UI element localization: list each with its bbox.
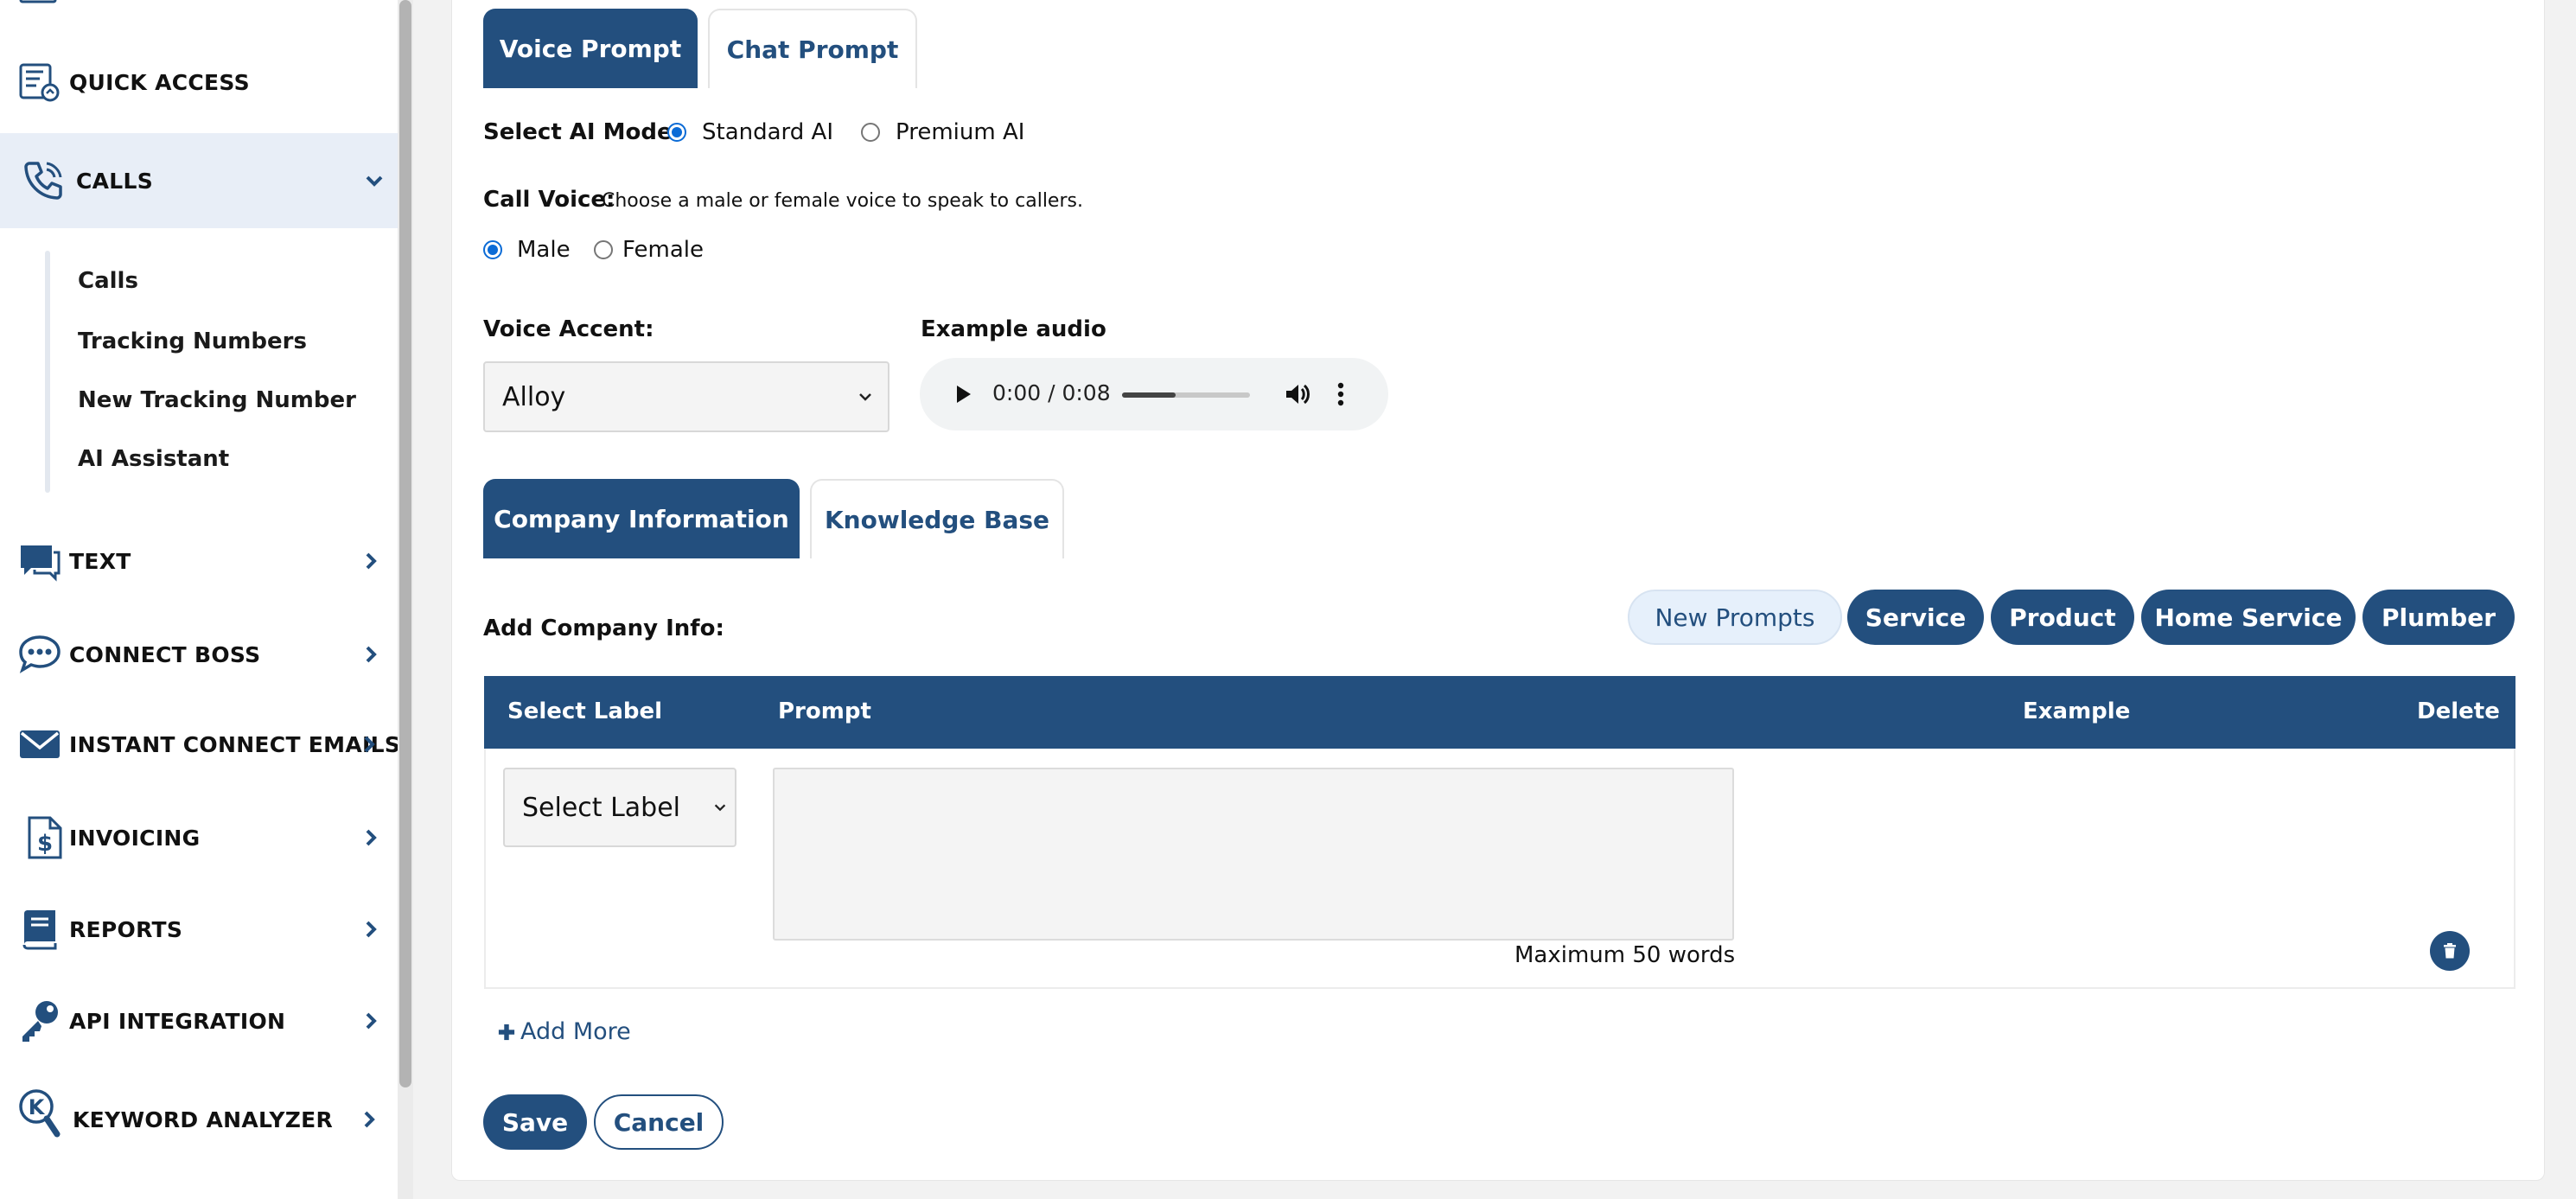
sidebar-subitem-ai-assistant[interactable]: AI Assistant xyxy=(78,446,229,472)
sidebar-item-label: CONNECT BOSS xyxy=(69,641,261,667)
audio-progress-slider[interactable] xyxy=(1122,392,1250,398)
audio-time: 0:00 / 0:08 xyxy=(992,380,1111,405)
invoice-dollar-icon: $ xyxy=(22,815,67,860)
envelope-icon xyxy=(17,722,62,767)
submenu-indicator xyxy=(45,251,50,493)
column-header-select-label: Select Label xyxy=(507,698,663,724)
radio-male[interactable] xyxy=(483,240,502,259)
sidebar-item-label: QUICK ACCESS xyxy=(69,69,250,95)
tab-company-information[interactable]: Company Information xyxy=(483,479,800,558)
preset-home-service-button[interactable]: Home Service xyxy=(2141,590,2356,645)
column-header-prompt: Prompt xyxy=(778,698,871,724)
trash-icon xyxy=(2444,943,2456,959)
tab-knowledge-base[interactable]: Knowledge Base xyxy=(810,479,1064,558)
preset-plumber-button[interactable]: Plumber xyxy=(2362,590,2515,645)
prompt-word-limit-hint: Maximum 50 words xyxy=(1514,942,1736,968)
speech-dots-icon xyxy=(17,632,62,677)
sidebar-scrollbar-thumb[interactable] xyxy=(399,0,411,1087)
sidebar-item-keyword-analyzer[interactable]: K KEYWORD ANALYZER xyxy=(0,1089,398,1148)
chevron-right-icon xyxy=(361,828,380,847)
radio-standard-ai[interactable] xyxy=(667,123,686,142)
sidebar-item-calls[interactable]: CALLS xyxy=(0,133,398,228)
tab-chat-prompt[interactable]: Chat Prompt xyxy=(708,9,917,88)
radio-standard-ai-label[interactable]: Standard AI xyxy=(702,119,833,145)
play-icon[interactable] xyxy=(951,382,975,406)
sidebar-item-label: INVOICING xyxy=(69,825,201,851)
chevron-down-icon xyxy=(712,800,728,815)
chevron-right-icon xyxy=(361,1011,380,1030)
plus-icon xyxy=(498,1024,515,1040)
radio-female-label[interactable]: Female xyxy=(622,237,704,263)
sidebar-item-text[interactable]: TEXT xyxy=(0,533,398,590)
sidebar-item-label: CALLS xyxy=(76,168,154,194)
call-voice-label: Call Voice: xyxy=(483,187,615,213)
quick-access-icon xyxy=(17,60,62,105)
preset-new-prompts-button[interactable]: New Prompts xyxy=(1628,590,1842,645)
sidebar-item-connect-boss[interactable]: CONNECT BOSS xyxy=(0,626,398,683)
add-more-label: Add More xyxy=(520,1018,631,1045)
radio-male-label[interactable]: Male xyxy=(517,237,571,263)
example-audio-label: Example audio xyxy=(921,316,1106,342)
prompt-textarea[interactable] xyxy=(773,768,1734,941)
sidebar-item-label: REPORTS xyxy=(69,916,183,942)
column-header-delete: Delete xyxy=(2417,698,2500,724)
tab-voice-prompt[interactable]: Voice Prompt xyxy=(483,9,698,88)
row-label-select-value: Select Label xyxy=(522,792,681,823)
voice-accent-value: Alloy xyxy=(502,381,566,412)
chevron-down-icon xyxy=(365,171,384,190)
column-header-example: Example xyxy=(2023,698,2131,724)
cancel-button[interactable]: Cancel xyxy=(594,1094,724,1150)
prompt-table-header: Select Label Prompt Example Delete xyxy=(484,676,2515,749)
sidebar-item-instant-connect-emails[interactable]: INSTANT CONNECT EMAILS xyxy=(0,716,401,773)
keyword-magnifier-icon: K xyxy=(17,1086,62,1141)
ai-mode-label: Select AI Mode: xyxy=(483,119,682,145)
chevron-right-icon xyxy=(360,735,379,754)
sidebar-item-quick-access[interactable]: QUICK ACCESS xyxy=(0,54,398,111)
sidebar-item-label: INSTANT CONNECT EMAILS xyxy=(69,731,401,757)
phone-icon xyxy=(21,158,66,203)
sidebar: QUICK ACCESS CALLS Calls Tracking Number… xyxy=(0,0,401,1199)
radio-female[interactable] xyxy=(594,240,613,259)
radio-premium-ai[interactable] xyxy=(861,123,880,142)
voice-accent-label: Voice Accent: xyxy=(483,316,654,342)
volume-icon[interactable] xyxy=(1283,380,1310,408)
more-options-icon[interactable] xyxy=(1335,380,1347,408)
radio-premium-ai-label[interactable]: Premium AI xyxy=(896,119,1024,145)
example-audio-player: 0:00 / 0:08 xyxy=(920,358,1388,430)
chevron-down-icon xyxy=(857,388,874,405)
add-more-link[interactable]: Add More xyxy=(498,1018,631,1045)
add-company-info-label: Add Company Info: xyxy=(483,615,724,641)
chevron-right-icon xyxy=(361,552,380,571)
svg-text:K: K xyxy=(29,1095,46,1119)
sidebar-subitem-calls[interactable]: Calls xyxy=(78,268,138,294)
sidebar-item-label: KEYWORD ANALYZER xyxy=(73,1107,334,1132)
key-icon xyxy=(17,998,62,1043)
book-icon xyxy=(17,907,62,952)
preset-product-button[interactable]: Product xyxy=(1991,590,2134,645)
sidebar-item-label: TEXT xyxy=(69,548,131,574)
sidebar-item-reports[interactable]: REPORTS xyxy=(0,901,398,958)
sidebar-item-invoicing[interactable]: $ INVOICING xyxy=(0,809,398,866)
sidebar-subitem-new-tracking-number[interactable]: New Tracking Number xyxy=(78,387,356,413)
call-voice-description: Choose a male or female voice to speak t… xyxy=(602,190,1083,212)
partial-menu-icon xyxy=(19,0,59,5)
chevron-right-icon xyxy=(361,645,380,664)
delete-row-button[interactable] xyxy=(2430,931,2470,971)
sidebar-item-api-integration[interactable]: API INTEGRATION xyxy=(0,992,398,1049)
chevron-right-icon xyxy=(361,920,380,939)
svg-text:$: $ xyxy=(37,831,53,857)
voice-accent-select[interactable]: Alloy xyxy=(483,361,889,432)
chat-bubble-icon xyxy=(17,539,62,584)
row-label-select[interactable]: Select Label xyxy=(503,768,736,847)
chevron-right-icon xyxy=(360,1110,379,1129)
audio-progress-fill xyxy=(1122,392,1176,398)
sidebar-item-label: API INTEGRATION xyxy=(69,1008,286,1034)
save-button[interactable]: Save xyxy=(483,1094,587,1150)
sidebar-subitem-tracking-numbers[interactable]: Tracking Numbers xyxy=(78,328,307,354)
preset-service-button[interactable]: Service xyxy=(1847,590,1984,645)
